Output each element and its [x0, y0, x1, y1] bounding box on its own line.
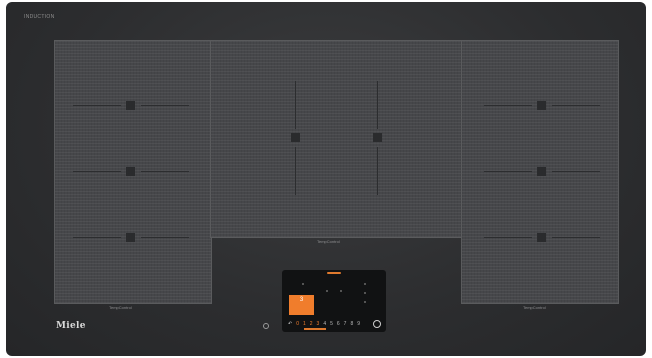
- zone-guide-line: [73, 237, 121, 238]
- zone-marker: [373, 133, 382, 142]
- control-panel: 3 ↶ 0 1 2 3 4 5 6 7 8 9: [282, 270, 386, 332]
- level-8[interactable]: 8: [350, 321, 353, 327]
- zone-guide-line: [73, 171, 121, 172]
- induction-cooktop: INDUCTION TempControl TempControl TempCo…: [6, 2, 646, 356]
- zone-indicator-dot: [326, 290, 328, 292]
- cooking-zone-left[interactable]: [54, 40, 212, 304]
- zone-label-left: TempControl: [109, 305, 132, 310]
- zone-guide-line: [141, 171, 189, 172]
- active-zone-display[interactable]: 3: [289, 295, 314, 315]
- zone-guide-line: [295, 147, 296, 195]
- zone-marker: [537, 167, 546, 176]
- zone-guide-line: [141, 237, 189, 238]
- power-scale: ↶ 0 1 2 3 4 5 6 7 8 9: [288, 320, 360, 328]
- info-icon[interactable]: [263, 323, 269, 329]
- zone-indicator-dot: [340, 290, 342, 292]
- zone-marker: [291, 133, 300, 142]
- zone-indicator-dot: [364, 292, 366, 294]
- level-6[interactable]: 6: [337, 321, 340, 327]
- level-9[interactable]: 9: [357, 321, 360, 327]
- level-1[interactable]: 1: [303, 321, 306, 327]
- zone-guide-line: [484, 105, 532, 106]
- zone-marker: [126, 167, 135, 176]
- zone-guide-line: [552, 171, 600, 172]
- zone-marker: [537, 101, 546, 110]
- zone-guide-line: [484, 237, 532, 238]
- zone-marker: [126, 101, 135, 110]
- zone-marker: [537, 233, 546, 242]
- back-icon[interactable]: ↶: [288, 321, 292, 327]
- zone-label-right: TempControl: [523, 305, 546, 310]
- panel-indicator: [327, 272, 341, 274]
- level-2[interactable]: 2: [310, 321, 313, 327]
- cooktop-type-label: INDUCTION: [24, 14, 55, 20]
- level-3[interactable]: 3: [317, 321, 320, 327]
- zone-guide-line: [377, 81, 378, 129]
- zone-guide-line: [552, 237, 600, 238]
- power-icon[interactable]: [373, 320, 381, 328]
- brand-logo: Miele: [56, 321, 86, 331]
- level-4[interactable]: 4: [323, 321, 326, 327]
- level-5[interactable]: 5: [330, 321, 333, 327]
- zone-guide-line: [73, 105, 121, 106]
- level-7[interactable]: 7: [344, 321, 347, 327]
- cooking-zone-right[interactable]: [461, 40, 619, 304]
- level-progress-bar: [304, 328, 326, 330]
- zone-indicator-dot: [302, 283, 304, 285]
- zone-guide-line: [552, 105, 600, 106]
- zone-indicator-dot: [364, 283, 366, 285]
- active-power-level: 3: [299, 297, 304, 303]
- zone-guide-line: [484, 171, 532, 172]
- zone-indicator-dot: [364, 301, 366, 303]
- zone-label-center: TempControl: [317, 239, 340, 244]
- zone-guide-line: [377, 147, 378, 195]
- zone-guide-line: [141, 105, 189, 106]
- zone-guide-line: [295, 81, 296, 129]
- level-0[interactable]: 0: [296, 321, 299, 327]
- cooking-zone-center[interactable]: [210, 40, 462, 238]
- zone-marker: [126, 233, 135, 242]
